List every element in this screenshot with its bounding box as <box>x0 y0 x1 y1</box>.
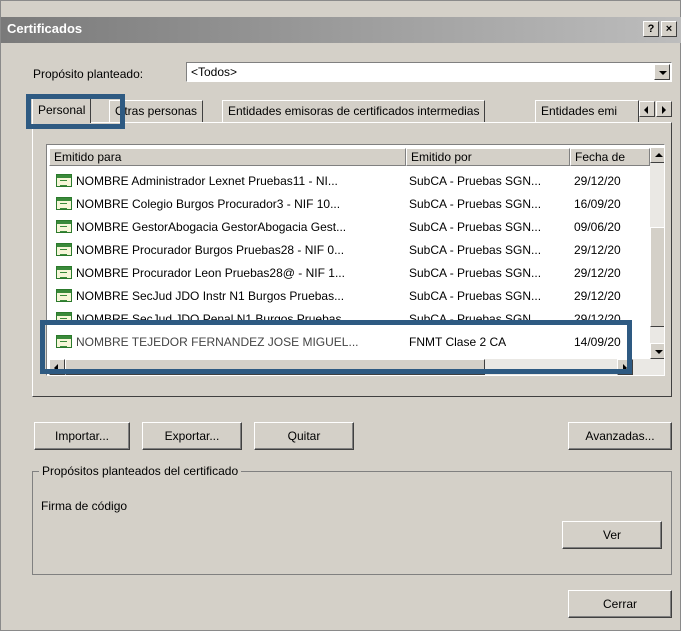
purpose-select-value: <Todos> <box>191 65 238 79</box>
cell-issued-to: NOMBRE SecJud JDO Instr N1 Burgos Prueba… <box>76 289 345 303</box>
purpose-dropdown-button[interactable] <box>654 64 670 80</box>
vertical-scroll-thumb[interactable] <box>650 227 664 327</box>
arrow-left-icon <box>54 364 58 372</box>
scroll-up-button[interactable] <box>650 147 664 163</box>
cell-issued-to: NOMBRE TEJEDOR FERNANDEZ JOSE MIGUEL... <box>76 335 359 349</box>
advanced-button[interactable]: Avanzadas... <box>568 422 672 450</box>
table-row[interactable]: NOMBRE Administrador Lexnet Pruebas11 - … <box>47 171 650 194</box>
cell-date: 29/12/20 <box>574 289 621 303</box>
table-row[interactable]: NOMBRE SecJud JDO Instr N1 Burgos Prueba… <box>47 286 650 309</box>
arrow-right-icon <box>623 364 627 372</box>
tab-strip: Personal Otras personas Entidades emisor… <box>32 97 678 123</box>
chevron-down-icon <box>659 71 667 75</box>
cell-date: 14/09/20 <box>574 335 621 349</box>
horizontal-scroll-thumb[interactable] <box>65 359 485 375</box>
cell-date: 09/06/20 <box>574 220 621 234</box>
cell-issued-by: SubCA - Pruebas SGN... <box>409 312 542 321</box>
certificate-icon <box>56 312 72 321</box>
scroll-right-button[interactable] <box>617 359 633 375</box>
window-title: Certificados <box>7 21 83 36</box>
cell-date: 29/12/20 <box>574 266 621 280</box>
tab-personal[interactable]: Personal <box>32 97 92 123</box>
certificate-icon <box>56 174 72 187</box>
cell-issued-to: NOMBRE SecJud JDO Penal N1 Burgos Prueba… <box>76 312 352 321</box>
help-button[interactable]: ? <box>643 21 659 37</box>
export-button[interactable]: Exportar... <box>142 422 242 450</box>
certificate-icon <box>56 220 72 233</box>
import-button[interactable]: Importar... <box>34 422 130 450</box>
title-bar: Certificados ? × <box>1 17 681 43</box>
tab-entidades-raiz[interactable]: Entidades emi <box>535 100 639 122</box>
close-window-button[interactable]: × <box>661 21 677 37</box>
column-header-issued-to[interactable]: Emitido para <box>49 148 406 166</box>
cell-date: 16/09/20 <box>574 197 621 211</box>
tab-scroll-left-button[interactable] <box>639 101 655 117</box>
table-row[interactable]: NOMBRE Colegio Burgos Procurador3 - NIF … <box>47 194 650 217</box>
cell-issued-to: NOMBRE Procurador Leon Pruebas28@ - NIF … <box>76 266 345 280</box>
certificate-icon <box>56 243 72 256</box>
certificate-icon <box>56 335 72 348</box>
cell-issued-by: SubCA - Pruebas SGN... <box>409 289 542 303</box>
cell-issued-to: NOMBRE GestorAbogacia GestorAbogacia Ges… <box>76 220 347 234</box>
arrow-down-icon <box>655 350 663 354</box>
certificate-icon <box>56 197 72 210</box>
purpose-label: Propósito planteado: <box>33 67 144 81</box>
cell-issued-to: NOMBRE Procurador Burgos Pruebas28 - NIF… <box>76 243 345 257</box>
table-row[interactable]: NOMBRE Procurador Burgos Pruebas28 - NIF… <box>47 240 650 263</box>
certificates-dialog: Certificados ? × Propósito planteado: <T… <box>0 0 681 631</box>
arrow-up-icon <box>655 153 663 157</box>
cell-issued-by: SubCA - Pruebas SGN... <box>409 266 542 280</box>
cell-issued-by: SubCA - Pruebas SGN... <box>409 174 542 188</box>
table-row[interactable]: NOMBRE GestorAbogacia GestorAbogacia Ges… <box>47 217 650 240</box>
cell-issued-by: FNMT Clase 2 CA <box>409 335 507 349</box>
tab-otras-personas[interactable]: Otras personas <box>109 100 204 122</box>
arrow-left-icon <box>644 106 648 114</box>
cell-issued-by: SubCA - Pruebas SGN... <box>409 197 542 211</box>
view-button[interactable]: Ver <box>562 521 662 549</box>
arrow-right-icon <box>662 106 666 114</box>
horizontal-scrollbar[interactable] <box>49 359 650 375</box>
cell-date: 29/12/20 <box>574 312 621 321</box>
table-row[interactable]: NOMBRE TEJEDOR FERNANDEZ JOSE MIGUEL... … <box>47 332 650 355</box>
remove-button[interactable]: Quitar <box>254 422 354 450</box>
cell-issued-to: NOMBRE Administrador Lexnet Pruebas11 - … <box>76 174 338 188</box>
certificate-purposes-value: Firma de código <box>41 499 128 513</box>
scroll-left-button[interactable] <box>49 359 65 375</box>
column-header-date[interactable]: Fecha de <box>570 148 650 166</box>
cell-date: 29/12/20 <box>574 243 621 257</box>
table-row[interactable]: NOMBRE Procurador Leon Pruebas28@ - NIF … <box>47 263 650 286</box>
scroll-down-button[interactable] <box>650 343 664 359</box>
cell-issued-by: SubCA - Pruebas SGN... <box>409 220 542 234</box>
tab-scroll-right-button[interactable] <box>656 101 672 117</box>
column-header-issued-by[interactable]: Emitido por <box>406 148 570 166</box>
certificate-purposes-legend: Propósitos planteados del certificado <box>39 464 242 478</box>
close-button[interactable]: Cerrar <box>568 590 672 618</box>
purpose-select[interactable]: <Todos> <box>186 62 672 82</box>
cell-issued-by: SubCA - Pruebas SGN... <box>409 243 542 257</box>
certificate-icon <box>56 289 72 302</box>
cell-issued-to: NOMBRE Colegio Burgos Procurador3 - NIF … <box>76 197 341 211</box>
vertical-scrollbar[interactable] <box>650 147 664 375</box>
cell-date: 29/12/20 <box>574 174 621 188</box>
certificate-list[interactable]: Emitido para Emitido por Fecha de NOMBRE… <box>46 144 665 376</box>
certificate-icon <box>56 266 72 279</box>
tab-entidades-intermedias[interactable]: Entidades emisoras de certificados inter… <box>222 100 486 122</box>
table-row[interactable]: NOMBRE SecJud JDO Penal N1 Burgos Prueba… <box>47 309 650 321</box>
